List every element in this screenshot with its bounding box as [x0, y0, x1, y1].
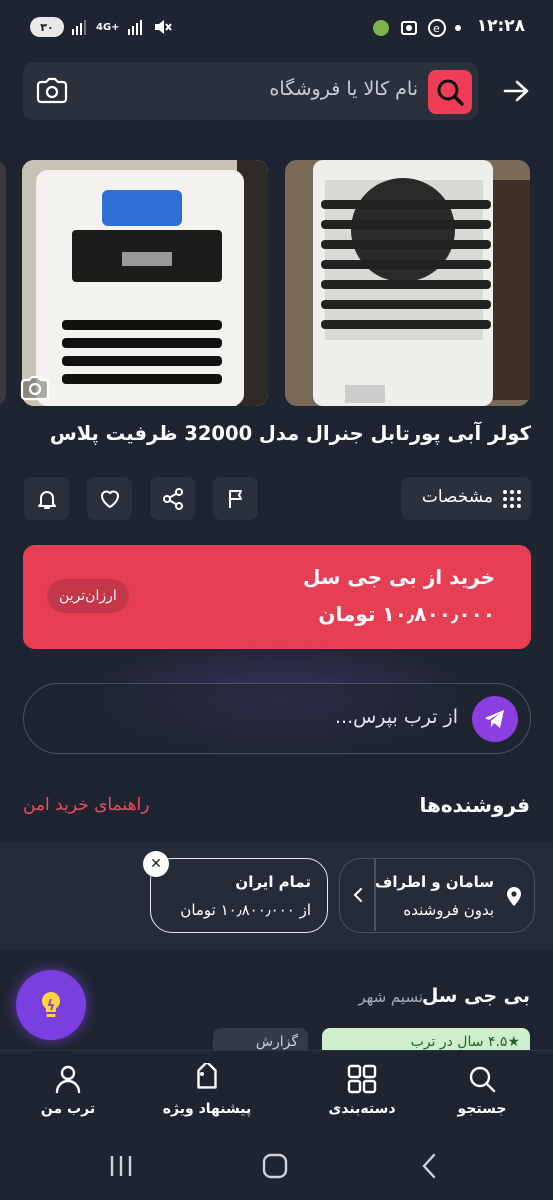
location-divider — [374, 859, 376, 931]
product-photo-2[interactable] — [22, 160, 268, 406]
share-button[interactable] — [150, 477, 195, 520]
search-button[interactable] — [428, 70, 472, 114]
safe-purchase-guide-link[interactable]: راهنمای خرید امن — [23, 795, 149, 815]
back-icon[interactable] — [415, 1152, 445, 1180]
favorite-button[interactable] — [87, 477, 132, 520]
bottom-navigation: جستجو دسته‌بندی پیشنهاد ویژه ترب من — [0, 1050, 553, 1130]
tips-fab-button[interactable] — [16, 970, 86, 1040]
nav-special-offer-label: پیشنهاد ویژه — [162, 1101, 252, 1117]
recent-apps-icon[interactable] — [106, 1152, 136, 1180]
chevron-left-icon[interactable] — [350, 886, 366, 904]
bell-icon — [37, 490, 56, 509]
flag-icon — [228, 489, 242, 508]
svg-text:e: e — [433, 22, 440, 35]
sellers-title: فروشنده‌ها — [419, 793, 530, 817]
specs-button[interactable]: مشخصات — [401, 477, 531, 520]
screenshot-icon — [401, 21, 417, 35]
search-header: نام کالا یا فروشگاه — [23, 62, 531, 120]
status-left: ۳۰ 4G+ — [30, 17, 172, 37]
nav-search-label: جستجو — [457, 1101, 507, 1117]
notification-dot — [455, 25, 461, 31]
nav-my-torob[interactable]: ترب من — [13, 1063, 123, 1117]
grid-dots-icon — [503, 490, 521, 508]
system-navigation — [0, 1130, 553, 1200]
status-bar: ۳۰ 4G+ e ۱۲:۲۸ — [0, 0, 553, 56]
signal-icon — [72, 20, 86, 35]
product-title: کولر آبی پورتابل جنرال مدل 32000 ظرفیت پ… — [49, 422, 531, 445]
share-icon — [162, 487, 183, 510]
close-icon[interactable]: ✕ — [143, 851, 169, 877]
ask-send-button[interactable] — [472, 696, 518, 742]
specs-label: مشخصات — [421, 487, 493, 507]
location-filter-chip[interactable]: سامان و اطراف بدون فروشنده — [339, 858, 535, 933]
network-type: 4G+ — [96, 21, 120, 33]
nav-my-torob-label: ترب من — [40, 1101, 96, 1117]
user-icon — [55, 1065, 81, 1094]
product-photo-3[interactable] — [0, 160, 6, 406]
region-title: تمام ایران — [235, 873, 311, 891]
seller-name[interactable]: بی جی سل — [422, 985, 530, 1007]
price-alert-button[interactable] — [24, 477, 69, 520]
camera-search-icon[interactable] — [35, 76, 69, 106]
report-flag-button[interactable] — [213, 477, 258, 520]
heart-icon — [100, 490, 119, 508]
nav-search[interactable]: جستجو — [427, 1063, 537, 1117]
region-filter-chip[interactable]: تمام ایران از ۱۰٫۸۰۰٫۰۰۰ تومان ✕ — [143, 851, 328, 933]
status-time: ۱۲:۲۸ — [476, 16, 525, 36]
home-icon[interactable] — [260, 1152, 290, 1180]
search-input[interactable]: نام کالا یا فروشگاه — [23, 62, 478, 120]
location-title: سامان و اطراف — [374, 873, 494, 891]
nav-special-offer[interactable]: پیشنهاد ویژه — [152, 1063, 262, 1117]
seller-city: نسیم شهر — [358, 988, 423, 1006]
location-subtitle: بدون فروشنده — [403, 901, 494, 919]
battery-indicator: ۳۰ — [30, 17, 64, 37]
search-icon — [437, 79, 464, 106]
product-photo-1[interactable] — [285, 160, 530, 406]
location-pin-icon — [507, 887, 521, 906]
signal-icon-2 — [127, 20, 142, 35]
tag-icon — [197, 1063, 217, 1089]
lightbulb-icon — [41, 991, 61, 1017]
region-subtitle: از ۱۰٫۸۰۰٫۰۰۰ تومان — [180, 901, 311, 919]
back-arrow-icon[interactable] — [501, 76, 531, 106]
mute-icon — [154, 20, 172, 34]
gallery-camera-icon[interactable] — [20, 375, 50, 403]
app-e-icon: e — [428, 19, 446, 37]
product-gallery[interactable] — [0, 160, 553, 406]
status-notifications: e — [371, 18, 461, 38]
cooler-open-image — [22, 160, 268, 406]
cheapest-badge: ارزان‌ترین — [47, 579, 129, 613]
grid-icon — [347, 1064, 377, 1094]
app-notification-icon — [373, 20, 389, 36]
search-icon — [469, 1066, 496, 1093]
telegram-send-icon — [485, 710, 504, 728]
buy-card-title: خرید از بی جی سل — [302, 565, 495, 589]
buy-card[interactable]: خرید از بی جی سل ۱۰٫۸۰۰٫۰۰۰ تومان ارزان‌… — [23, 545, 531, 649]
search-placeholder: نام کالا یا فروشگاه — [269, 78, 418, 100]
nav-categories[interactable]: دسته‌بندی — [307, 1063, 417, 1117]
cooler-front-image — [285, 160, 530, 406]
ask-input[interactable]: از ترب بپرس... — [23, 683, 531, 754]
buy-card-price: ۱۰٫۸۰۰٫۰۰۰ تومان — [318, 602, 495, 626]
ask-placeholder: از ترب بپرس... — [334, 706, 458, 728]
seller-filters: سامان و اطراف بدون فروشنده تمام ایران از… — [0, 842, 553, 950]
nav-categories-label: دسته‌بندی — [328, 1101, 396, 1117]
